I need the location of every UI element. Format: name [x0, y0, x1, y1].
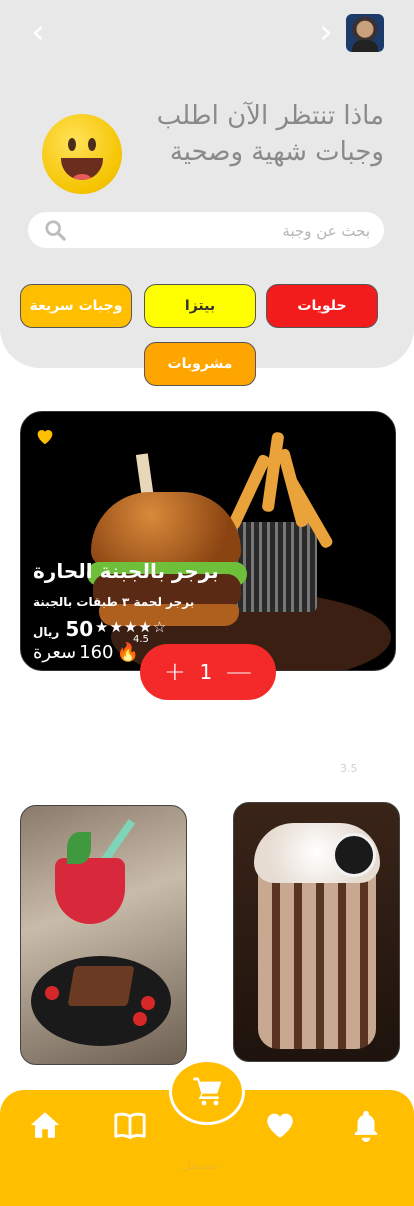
milkshake-glass-image: [258, 861, 376, 1049]
burger-image: [91, 492, 241, 567]
watermark-text: مستقل: [182, 1158, 218, 1172]
category-fastfood-button[interactable]: وجبات سريعة: [20, 284, 132, 328]
page-headline: ماذا تنتظر الآن اطلب وجبات شهية وصحية: [156, 101, 384, 167]
cookie-image: [332, 833, 376, 877]
heart-icon[interactable]: [263, 1108, 297, 1142]
search-input[interactable]: [98, 212, 372, 250]
search-bar[interactable]: [28, 212, 384, 250]
chevron-right-icon[interactable]: ›: [308, 14, 344, 50]
cake-slice-image: [67, 966, 135, 1006]
dessert-drink-card[interactable]: [20, 805, 187, 1065]
featured-food-card[interactable]: برجر بالجبنة الحارة برجر لحمة ٣ طبقات با…: [20, 411, 396, 671]
mint-leaf-image: [67, 832, 91, 864]
category-drinks-button[interactable]: مشروبات: [144, 342, 256, 386]
food-description: برجر لحمة ٣ طبقات بالجبنة: [33, 595, 195, 609]
calories-unit: سعرة: [33, 642, 77, 663]
quantity-value: 1: [199, 660, 213, 684]
quantity-stepper[interactable]: + 1 —: [140, 644, 276, 700]
milkshake-card[interactable]: [233, 802, 400, 1062]
juice-glass-image: [55, 858, 125, 924]
category-sweets-button[interactable]: حلويات: [266, 284, 378, 328]
strawberry-image: [45, 986, 59, 1000]
rating-stars-icon: ★★★★☆: [95, 618, 168, 636]
cart-button[interactable]: [169, 1059, 245, 1125]
smiley-emoji-icon: [42, 114, 122, 194]
strawberry-image: [133, 1012, 147, 1026]
price-currency: ريال: [33, 625, 60, 639]
category-pizza-button[interactable]: بيتزا: [144, 284, 256, 328]
food-price: 50 ريال: [33, 617, 93, 641]
avatar[interactable]: [346, 14, 384, 52]
heart-icon[interactable]: [34, 425, 56, 447]
cart-icon: [193, 1077, 222, 1106]
chevron-left-icon[interactable]: ‹: [20, 14, 56, 50]
menu-book-icon[interactable]: [113, 1108, 147, 1142]
bell-icon[interactable]: [349, 1108, 383, 1142]
search-icon[interactable]: [44, 219, 66, 241]
fire-icon: 🔥: [116, 642, 139, 663]
minus-icon[interactable]: —: [226, 659, 252, 685]
strawberry-image: [141, 996, 155, 1010]
plus-icon[interactable]: +: [164, 659, 186, 685]
faded-rating-text: 3.5: [340, 762, 358, 775]
price-value: 50: [65, 617, 94, 641]
calories-info: سعرة 160 🔥: [33, 642, 139, 663]
home-icon[interactable]: [28, 1108, 62, 1142]
food-title: برجر بالجبنة الحارة: [33, 559, 219, 583]
calories-value: 160: [79, 642, 114, 663]
